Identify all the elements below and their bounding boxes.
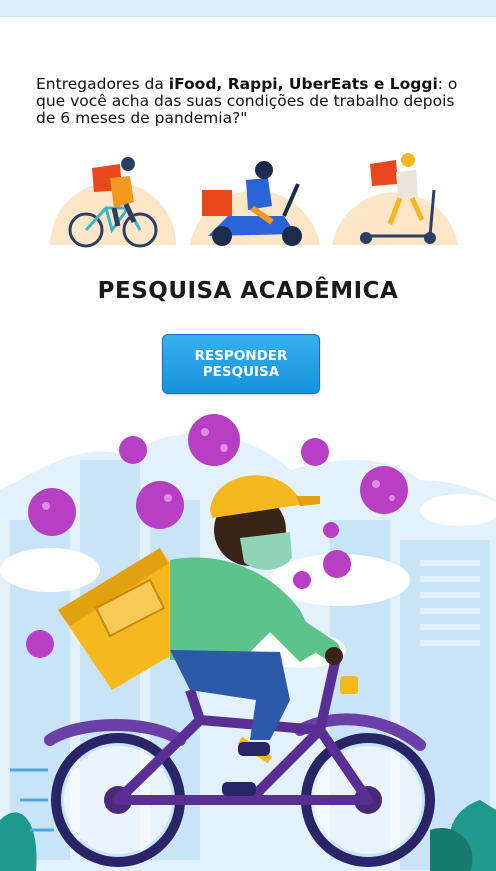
cta-line-1: RESPONDER <box>194 348 288 364</box>
bicycle-courier-icon <box>50 157 176 248</box>
scooter-courier-icon <box>190 161 320 246</box>
top-bar <box>0 0 496 17</box>
cta-line-2: PESQUISA <box>202 364 280 380</box>
delivery-rider-illustration <box>0 414 496 871</box>
intro-prefix: Entregadores da <box>36 75 169 93</box>
kick-scooter-courier-icon <box>332 153 458 245</box>
respond-survey-button[interactable]: RESPONDER PESQUISA <box>162 334 320 394</box>
courier-icons-row <box>50 153 458 248</box>
page-title: PESQUISA ACADÊMICA <box>97 278 399 304</box>
survey-intro-text: Entregadores da iFood, Rappi, UberEats e… <box>36 76 476 127</box>
respond-survey-button-label: RESPONDER PESQUISA <box>195 348 288 380</box>
intro-brands: iFood, Rappi, UberEats e Loggi <box>168 75 438 93</box>
